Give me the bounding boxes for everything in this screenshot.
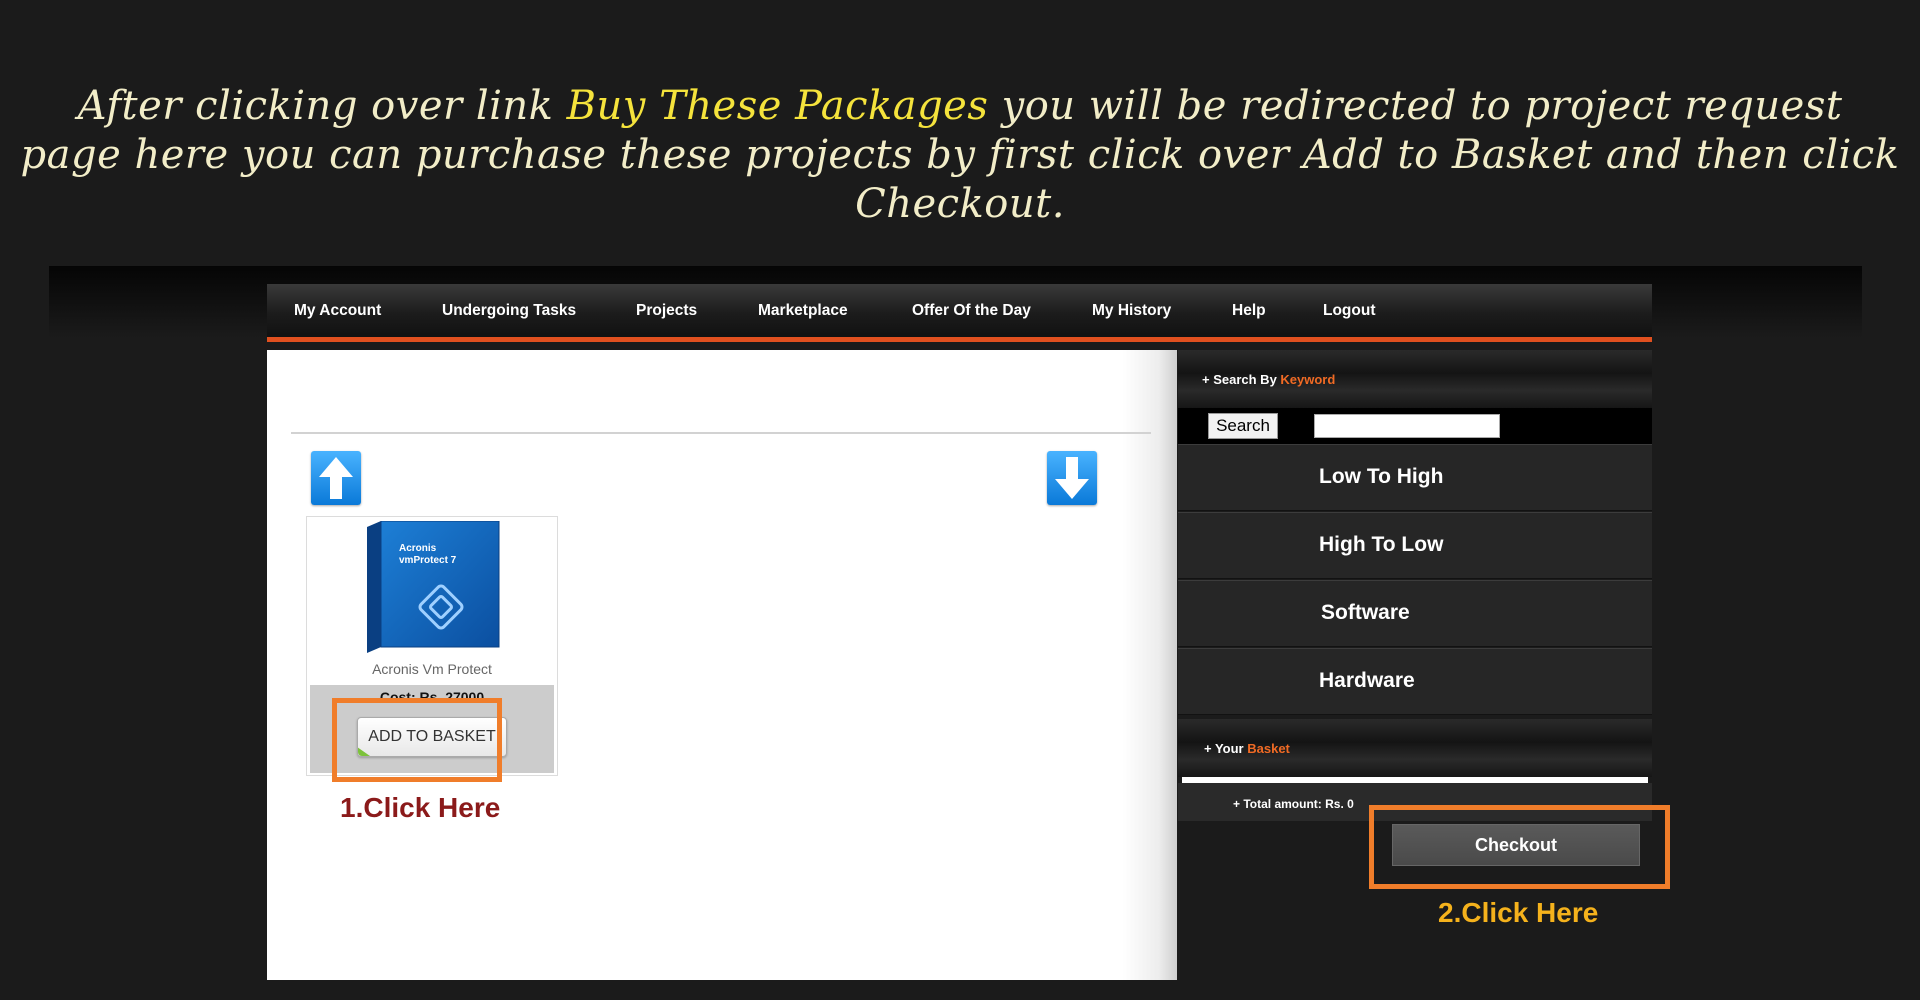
caption-line-1: After clicking over link Buy These Packa… <box>0 82 1920 131</box>
nav-my-history[interactable]: My History <box>1092 284 1171 337</box>
filter-software[interactable]: Software <box>1178 580 1652 647</box>
sort-high-to-low[interactable]: High To Low <box>1178 512 1652 579</box>
nav-help[interactable]: Help <box>1232 284 1266 337</box>
step-1-highlight <box>332 698 502 782</box>
caption-highlight-link-name: Buy These Packages <box>566 83 989 129</box>
main-nav: My Account Undergoing Tasks Projects Mar… <box>267 284 1652 342</box>
filter-hardware[interactable]: Hardware <box>1178 648 1652 715</box>
step-2-highlight <box>1369 805 1670 889</box>
box-brand-text: Acronis <box>399 543 437 554</box>
product-box-image: Acronis vmProtect 7 <box>363 520 503 655</box>
nav-marketplace[interactable]: Marketplace <box>758 284 848 337</box>
main-content: Acronis vmProtect 7 Acronis Vm Protect C… <box>267 350 1177 980</box>
caption-line-2: page here you can purchase these project… <box>20 132 1900 227</box>
nav-undergoing-tasks[interactable]: Undergoing Tasks <box>442 284 576 337</box>
caption-text: After clicking over link <box>77 83 567 129</box>
scroll-up-arrow-icon[interactable] <box>311 451 361 505</box>
nav-offer-of-the-day[interactable]: Offer Of the Day <box>912 284 1031 337</box>
search-row: Search <box>1178 408 1652 444</box>
sort-low-to-high[interactable]: Low To High <box>1178 444 1652 511</box>
instruction-caption: After clicking over link Buy These Packa… <box>0 82 1920 229</box>
search-section-header: + Search By Keyword <box>1178 350 1652 408</box>
search-header-text: + Search By <box>1202 372 1281 387</box>
nav-projects[interactable]: Projects <box>636 284 697 337</box>
sort-low-to-high-label: Low To High <box>1319 465 1444 488</box>
page: After clicking over link Buy These Packa… <box>0 0 1920 1000</box>
search-header-accent: Keyword <box>1280 372 1336 387</box>
nav-my-account[interactable]: My Account <box>294 284 381 337</box>
scroll-down-arrow-icon[interactable] <box>1047 451 1097 505</box>
product-name: Acronis Vm Protect <box>372 661 492 677</box>
basket-section-header: + Your Basket <box>1178 719 1652 777</box>
step-2-label: 2.Click Here <box>1438 897 1599 928</box>
basket-header-text: + Your <box>1204 741 1248 756</box>
caption-text: you will be redirected to project reques… <box>988 83 1843 129</box>
total-amount: + Total amount: Rs. 0 <box>1233 797 1354 811</box>
filter-software-label: Software <box>1321 601 1410 624</box>
search-input[interactable] <box>1314 414 1500 438</box>
nav-logout[interactable]: Logout <box>1323 284 1376 337</box>
basket-header-accent: Basket <box>1247 741 1290 756</box>
step-1-label: 1.Click Here <box>340 792 501 823</box>
filter-hardware-label: Hardware <box>1319 669 1415 692</box>
search-button[interactable]: Search <box>1208 413 1278 439</box>
sort-high-to-low-label: High To Low <box>1319 533 1444 556</box>
box-product-text: vmProtect 7 <box>399 555 457 566</box>
divider <box>291 432 1151 434</box>
